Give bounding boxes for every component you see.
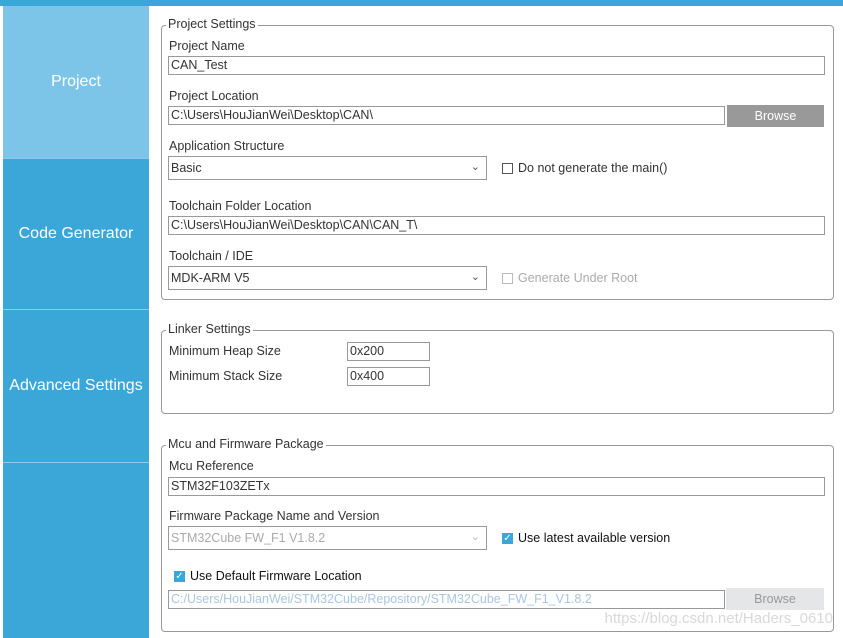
tab-label: Advanced Settings xyxy=(9,377,143,394)
checkbox-label: Do not generate the main() xyxy=(518,161,668,175)
tab-label: Project xyxy=(51,73,101,90)
project-name-label: Project Name xyxy=(169,39,245,53)
heap-input[interactable]: 0x200 xyxy=(347,342,430,361)
generate-under-root-checkbox[interactable]: Generate Under Root xyxy=(502,271,638,285)
use-latest-checkbox[interactable]: ✓ Use latest available version xyxy=(502,531,670,545)
app-structure-select[interactable]: Basic ⌄ xyxy=(168,156,487,180)
group-title: Project Settings xyxy=(166,17,258,31)
chevron-down-icon: ⌄ xyxy=(470,531,480,543)
project-location-label: Project Location xyxy=(169,89,259,103)
sidebar: Project Code Generator Advanced Settings xyxy=(3,6,149,638)
default-location-checkbox[interactable]: ✓ Use Default Firmware Location xyxy=(174,569,362,583)
project-name-input[interactable]: CAN_Test xyxy=(168,56,825,75)
mcu-ref-input[interactable]: STM32F103ZETx xyxy=(168,477,825,496)
checkmark-icon: ✓ xyxy=(174,570,185,582)
toolchain-folder-label: Toolchain Folder Location xyxy=(169,199,312,213)
fw-path-input[interactable]: C:/Users/HouJianWei/STM32Cube/Repository… xyxy=(168,590,725,609)
stack-input[interactable]: 0x400 xyxy=(347,367,430,386)
checkmark-icon: ✓ xyxy=(502,532,513,544)
select-value: Basic xyxy=(171,161,202,175)
checkbox-icon xyxy=(502,272,513,284)
checkbox-label: Generate Under Root xyxy=(518,271,638,285)
chevron-down-icon: ⌄ xyxy=(470,161,480,173)
no-main-checkbox[interactable]: Do not generate the main() xyxy=(502,161,667,175)
toolchain-label: Toolchain / IDE xyxy=(169,249,254,263)
toolchain-folder-input[interactable]: C:\Users\HouJianWei\Desktop\CAN\CAN_T\ xyxy=(168,216,825,235)
sidebar-item-project[interactable]: Project xyxy=(3,6,149,159)
fw-label: Firmware Package Name and Version xyxy=(169,509,380,523)
heap-label: Minimum Heap Size xyxy=(169,344,281,358)
select-value: STM32Cube FW_F1 V1.8.2 xyxy=(171,531,326,545)
checkbox-label: Use latest available version xyxy=(518,531,671,545)
checkbox-label: Use Default Firmware Location xyxy=(190,569,362,583)
watermark: https://blog.csdn.net/Haders_0610 xyxy=(604,610,834,627)
app-structure-label: Application Structure xyxy=(169,139,285,153)
sidebar-item-advanced-settings[interactable]: Advanced Settings xyxy=(3,310,149,463)
group-title: Mcu and Firmware Package xyxy=(166,437,326,451)
project-location-input[interactable]: C:\Users\HouJianWei\Desktop\CAN\ xyxy=(168,106,725,125)
checkbox-icon xyxy=(502,162,513,174)
browse-button[interactable]: Browse xyxy=(727,105,824,127)
toolchain-select[interactable]: MDK-ARM V5 ⌄ xyxy=(168,266,487,290)
fw-select[interactable]: STM32Cube FW_F1 V1.8.2 ⌄ xyxy=(168,526,487,550)
chevron-down-icon: ⌄ xyxy=(470,271,480,283)
sidebar-item-code-generator[interactable]: Code Generator xyxy=(3,159,149,310)
fw-browse-button[interactable]: Browse xyxy=(726,588,824,610)
select-value: MDK-ARM V5 xyxy=(171,271,250,285)
tab-label: Code Generator xyxy=(18,225,134,242)
group-title: Linker Settings xyxy=(166,322,253,336)
mcu-ref-label: Mcu Reference xyxy=(169,459,254,473)
stack-label: Minimum Stack Size xyxy=(169,369,283,383)
